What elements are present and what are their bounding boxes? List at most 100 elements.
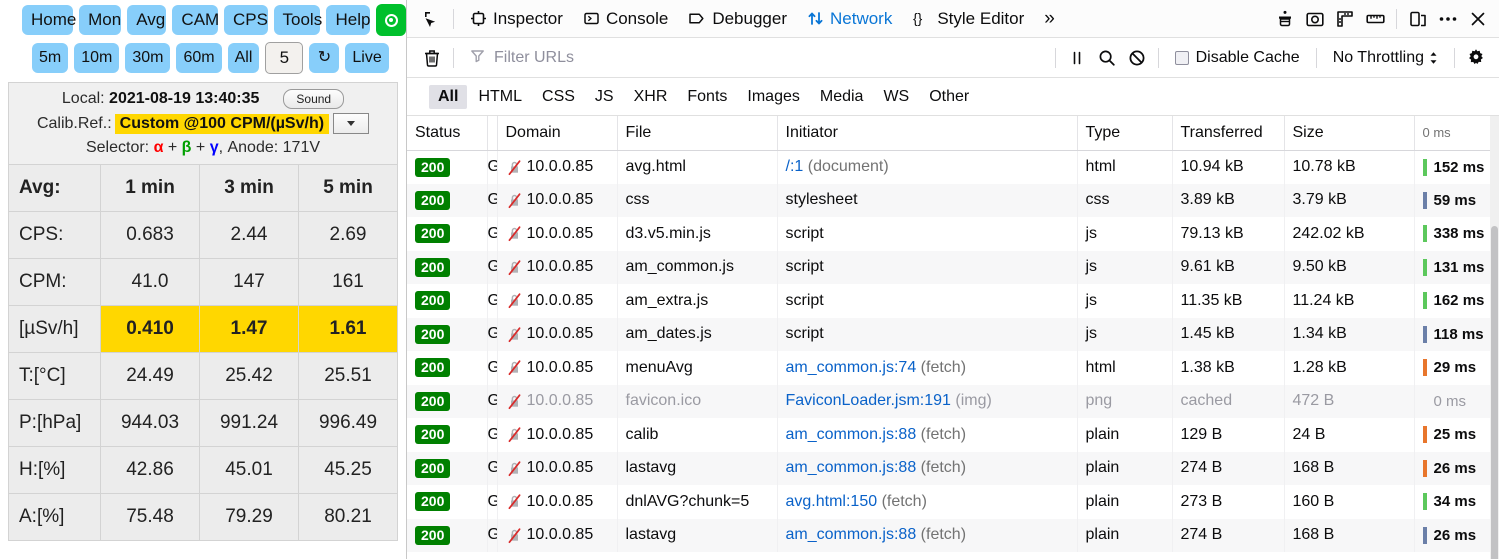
initiator-link[interactable]: am_common.js:88 xyxy=(786,459,917,476)
request-method: G xyxy=(487,250,498,284)
range-30m[interactable]: 30m xyxy=(125,43,171,73)
tab-debugger[interactable]: Debugger xyxy=(678,0,797,38)
col-file[interactable]: File xyxy=(617,116,778,151)
refresh-button[interactable]: ↻ xyxy=(309,43,340,73)
col-domain[interactable]: Domain xyxy=(497,116,618,151)
tab-inspector[interactable]: Inspector xyxy=(460,0,573,38)
disable-cache-checkbox[interactable]: Disable Cache xyxy=(1165,49,1310,67)
timing-value: 162 ms xyxy=(1433,292,1485,310)
sound-button[interactable]: Sound xyxy=(283,89,345,109)
measure-icon[interactable] xyxy=(1360,5,1390,33)
initiator-link[interactable]: /:1 xyxy=(786,158,804,175)
initiator-cause: script xyxy=(785,325,824,343)
range-60m[interactable]: 60m xyxy=(176,43,222,73)
network-request-row[interactable]: 200 G 10.0.0.85 d3.v5.min.js script js79.13 k… xyxy=(407,217,1499,251)
type-filter-all[interactable]: All xyxy=(429,84,468,109)
measurement-row: A:[%] 75.48 79.29 80.21 xyxy=(8,493,398,541)
insecure-lock-icon xyxy=(506,225,523,242)
request-file: menuAvg xyxy=(617,351,778,385)
record-button[interactable] xyxy=(376,4,406,36)
meatball-menu-icon[interactable] xyxy=(1433,5,1463,33)
close-icon[interactable] xyxy=(1463,5,1493,33)
nav-cam[interactable]: CAM xyxy=(172,5,219,35)
type-filter-css[interactable]: CSS xyxy=(533,85,584,109)
request-size: 11.24 kB xyxy=(1284,284,1415,318)
tab-network[interactable]: Network xyxy=(797,0,902,38)
network-request-row[interactable]: 200 G 10.0.0.85 am_extra.js script js11.35 kB… xyxy=(407,284,1499,318)
col-status[interactable]: Status xyxy=(407,116,488,151)
accessibility-icon[interactable] xyxy=(1270,5,1300,33)
request-file: calib xyxy=(617,418,778,452)
type-filter-fonts[interactable]: Fonts xyxy=(678,85,736,109)
nav-home[interactable]: Home xyxy=(22,5,76,35)
type-filter-xhr[interactable]: XHR xyxy=(625,85,677,109)
network-request-row[interactable]: 200G10.0.0.85lastavgam_common.js:88 (fet… xyxy=(407,518,1499,552)
search-input[interactable] xyxy=(492,47,1043,68)
initiator-link[interactable]: am_common.js:88 xyxy=(786,426,917,443)
col-type[interactable]: Type xyxy=(1077,116,1173,151)
tab-style-editor[interactable]: {} Style Editor xyxy=(902,0,1034,38)
range-all[interactable]: All xyxy=(227,43,260,73)
search-icon[interactable] xyxy=(1092,44,1122,72)
initiator-link[interactable]: avg.html:150 xyxy=(786,493,878,510)
col-size[interactable]: Size xyxy=(1284,116,1415,151)
interval-input[interactable] xyxy=(265,42,304,74)
tab-console[interactable]: Console xyxy=(573,0,678,38)
status-badge: 200 xyxy=(415,224,451,244)
nav-avg[interactable]: Avg xyxy=(127,5,167,35)
network-request-row[interactable]: 200G10.0.0.85lastavgam_common.js:88 (fet… xyxy=(407,451,1499,485)
network-request-row[interactable]: 200G10.0.0.85cssstylesheetcss3.89 kB3.79… xyxy=(407,183,1499,217)
pause-icon[interactable] xyxy=(1062,44,1092,72)
request-timing: 26 ms xyxy=(1414,518,1499,552)
nav-help[interactable]: Help xyxy=(326,5,370,35)
col-method[interactable] xyxy=(487,116,498,151)
range-5m[interactable]: 5m xyxy=(32,43,69,73)
nav-cps[interactable]: CPS xyxy=(224,5,268,35)
network-request-row[interactable]: 200 G 10.0.0.85 am_common.js script js9.61 kB… xyxy=(407,250,1499,284)
toolbar-overflow-button[interactable]: » xyxy=(1034,0,1065,38)
type-filter-images[interactable]: Images xyxy=(738,85,808,109)
col-initiator[interactable]: Initiator xyxy=(777,116,1078,151)
request-method: G xyxy=(487,351,498,385)
request-domain-text: 10.0.0.85 xyxy=(526,358,594,376)
type-filter-media[interactable]: Media xyxy=(811,85,873,109)
type-filter-other[interactable]: Other xyxy=(920,85,978,109)
request-method-text: G xyxy=(488,426,497,443)
nav-tools[interactable]: Tools xyxy=(273,5,322,35)
block-icon[interactable] xyxy=(1122,44,1152,72)
network-request-row[interactable]: 200G10.0.0.85am_dates.jsscriptjs1.45 kB1… xyxy=(407,317,1499,351)
throttling-dropdown[interactable]: No Throttling xyxy=(1323,49,1448,67)
status-badge: 200 xyxy=(415,324,451,344)
filter-urls-field[interactable] xyxy=(464,45,1049,71)
network-request-row[interactable]: 200G10.0.0.85calibam_common.js:88 (fetch… xyxy=(407,418,1499,452)
nav-mon[interactable]: Mon xyxy=(79,5,122,35)
initiator-link[interactable]: am_common.js:88 xyxy=(786,526,917,543)
network-request-row[interactable]: 200G10.0.0.85avg.html/:1 (document)html1… xyxy=(407,150,1499,184)
gear-icon[interactable] xyxy=(1461,44,1491,72)
vertical-scrollbar[interactable] xyxy=(1490,116,1499,559)
type-filter-html[interactable]: HTML xyxy=(469,85,531,109)
scrollbar-thumb[interactable] xyxy=(1491,226,1498,559)
type-filter-js[interactable]: JS xyxy=(586,85,623,109)
range-10m[interactable]: 10m xyxy=(74,43,120,73)
col-timings[interactable]: 0 ms xyxy=(1414,116,1499,151)
col-transferred[interactable]: Transferred xyxy=(1172,116,1285,151)
status-badge: 200 xyxy=(415,358,451,378)
network-request-row[interactable]: 200G10.0.0.85menuAvgam_common.js:74 (fet… xyxy=(407,351,1499,385)
request-timing: 0 ms xyxy=(1414,384,1499,418)
trash-icon[interactable] xyxy=(417,44,447,72)
rulers-icon[interactable] xyxy=(1330,5,1360,33)
local-label: Local: xyxy=(61,90,105,107)
initiator-link[interactable]: FaviconLoader.jsm:191 xyxy=(786,392,951,409)
type-filter-ws[interactable]: WS xyxy=(874,85,918,109)
responsive-design-mode-icon[interactable] xyxy=(1403,5,1433,33)
network-request-row[interactable]: 200 G 10.0.0.85 dnlAVG?chunk=5avg.html:150 … xyxy=(407,485,1499,519)
request-initiator: am_common.js:88 (fetch) xyxy=(777,451,1078,485)
live-button[interactable]: Live xyxy=(345,43,389,73)
calib-dropdown-button[interactable] xyxy=(333,113,370,134)
network-request-row[interactable]: 200G10.0.0.85favicon.icoFaviconLoader.js… xyxy=(407,384,1499,418)
element-picker-icon[interactable] xyxy=(417,5,447,33)
screenshot-camera-icon[interactable] xyxy=(1300,5,1330,33)
initiator-link[interactable]: am_common.js:74 xyxy=(786,359,917,376)
measurement-value: 944.03 xyxy=(100,399,200,447)
